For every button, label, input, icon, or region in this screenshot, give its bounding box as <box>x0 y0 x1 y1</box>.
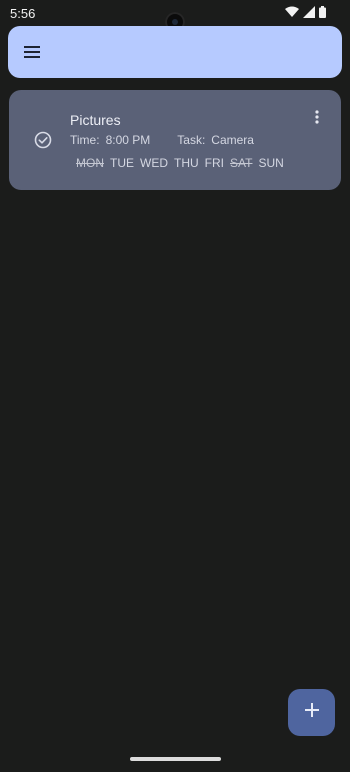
battery-icon <box>319 6 326 18</box>
add-alarm-button[interactable] <box>288 689 335 736</box>
plus-icon <box>304 703 319 722</box>
alarm-card[interactable]: Pictures Time: 8:00 PM Task: Camera MON … <box>9 90 341 190</box>
day-wed: WED <box>140 156 168 170</box>
check-circle-icon[interactable] <box>33 130 53 150</box>
status-bar: 5:56 <box>0 0 350 32</box>
day-sun: SUN <box>258 156 284 170</box>
wifi-icon <box>285 6 299 18</box>
day-sat: SAT <box>230 156 253 170</box>
time-value: 8:00 PM <box>105 133 151 147</box>
days-row: MON TUE WED THU FRI SAT SUN <box>76 156 284 170</box>
day-thu: THU <box>174 156 199 170</box>
task-value: Camera <box>211 133 254 147</box>
hamburger-menu-icon[interactable] <box>18 38 46 66</box>
top-app-bar <box>8 26 342 78</box>
alarm-title: Pictures <box>70 112 121 128</box>
alarm-meta: Time: 8:00 PM Task: Camera <box>70 133 254 147</box>
day-tue: TUE <box>110 156 134 170</box>
time-label: Time: <box>70 133 100 147</box>
day-mon: MON <box>76 156 104 170</box>
gesture-nav-handle[interactable] <box>130 757 221 761</box>
day-fri: FRI <box>204 156 225 170</box>
task-label: Task: <box>177 133 206 147</box>
status-icons <box>285 6 326 18</box>
signal-icon <box>303 6 315 18</box>
more-vert-icon[interactable] <box>311 108 323 126</box>
status-time: 5:56 <box>10 6 36 21</box>
